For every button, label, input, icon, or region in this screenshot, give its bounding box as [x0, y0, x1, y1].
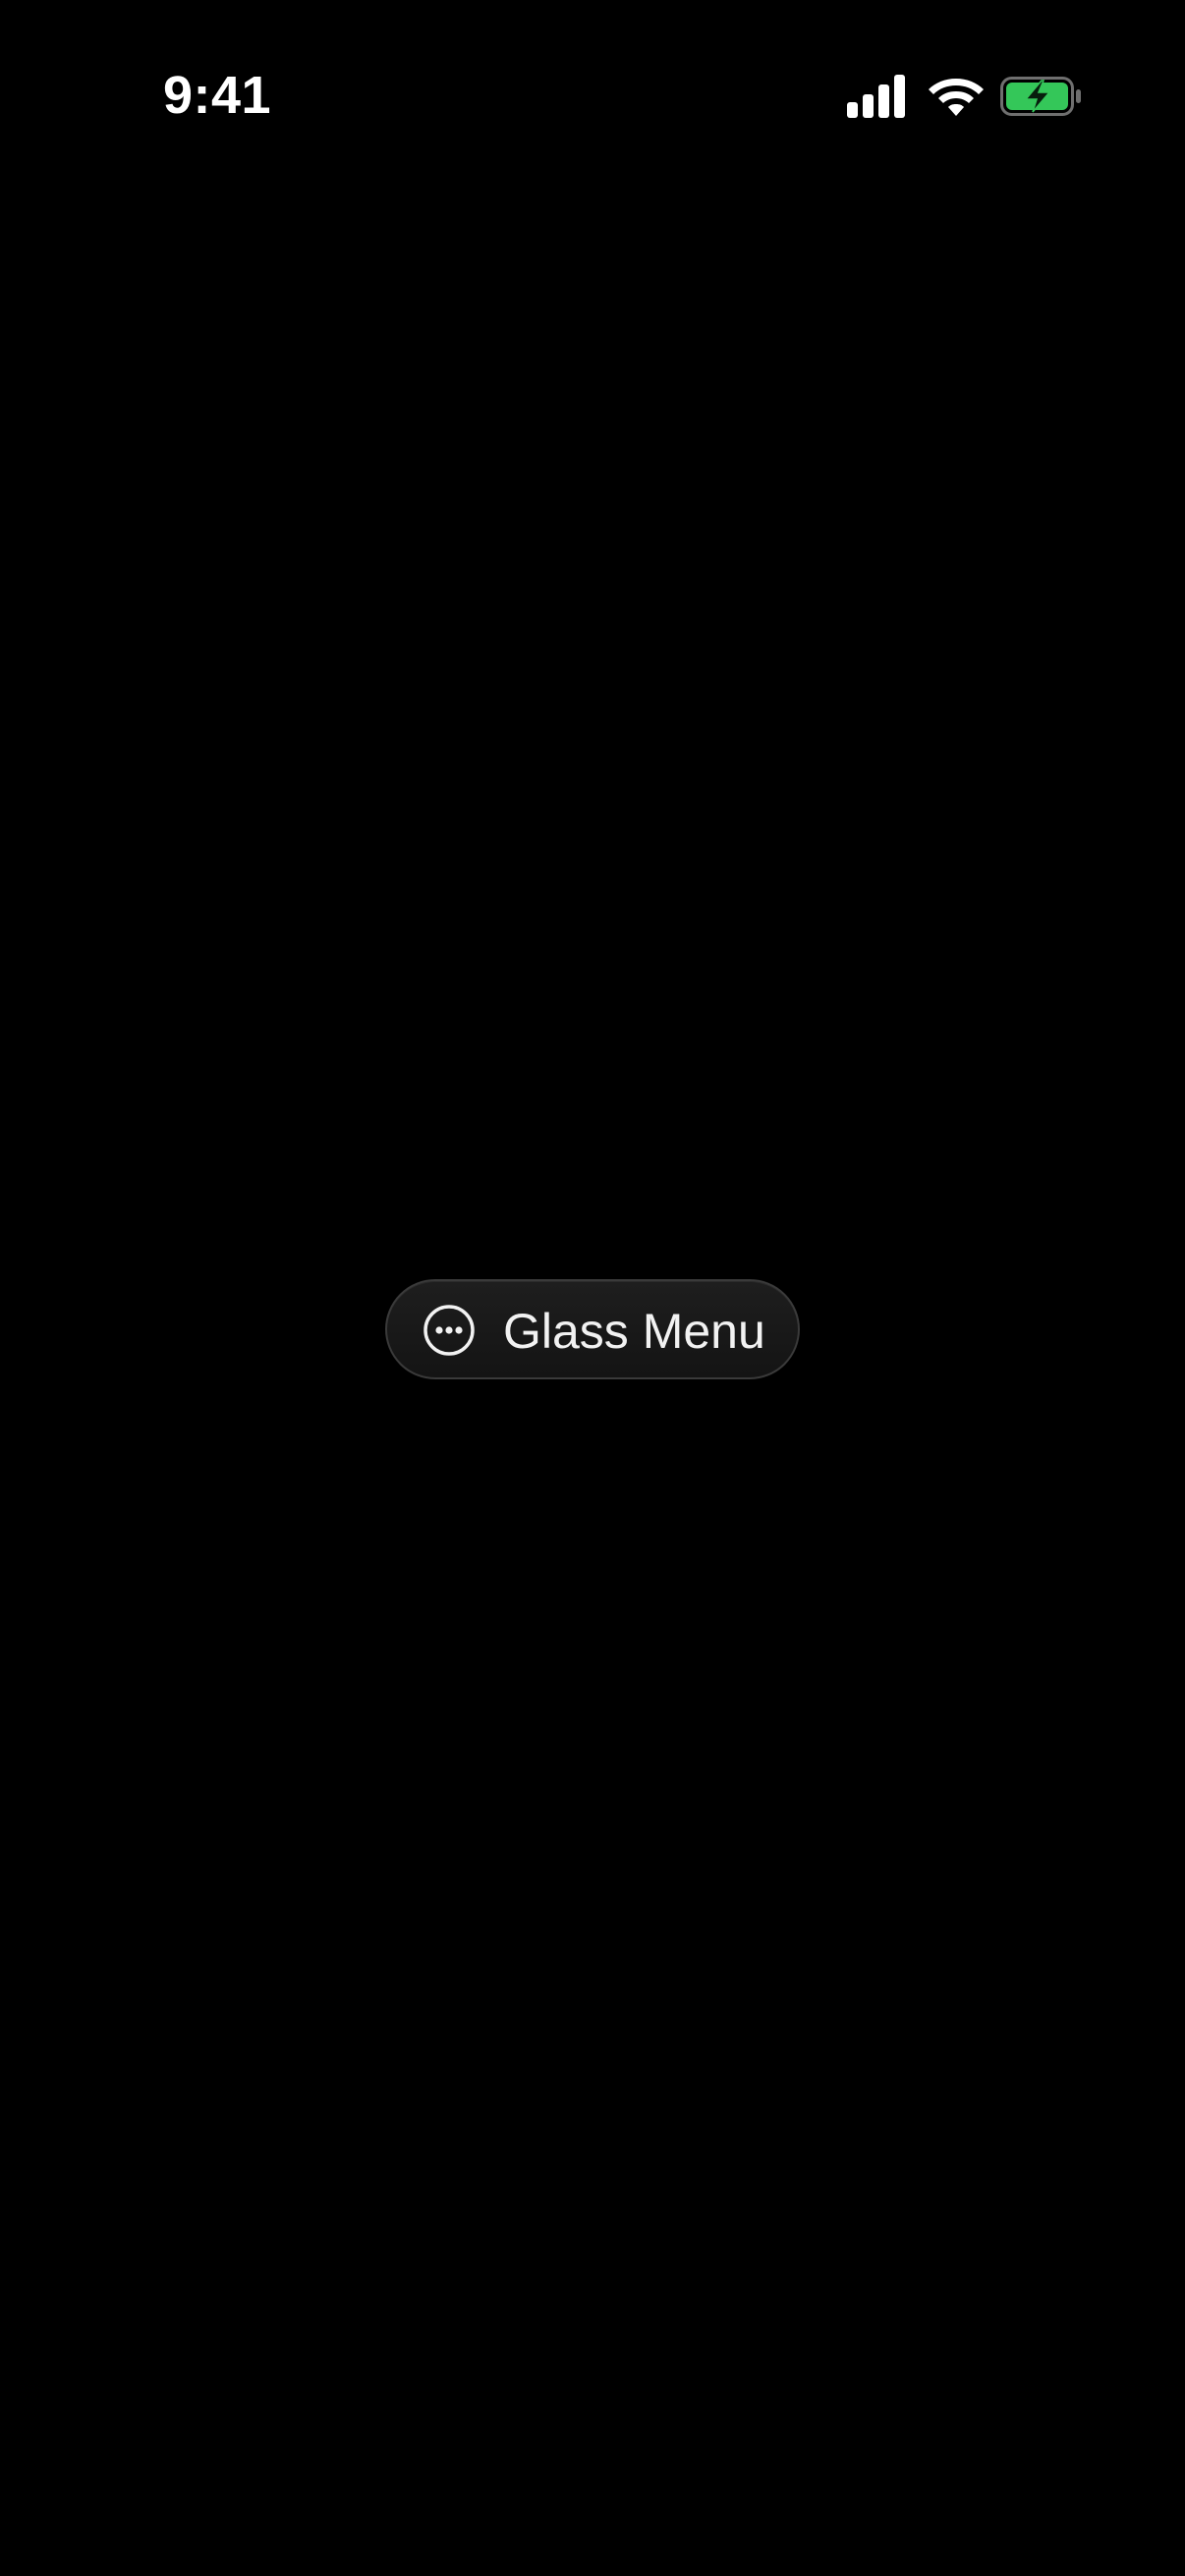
- wifi-icon: [928, 75, 985, 118]
- cellular-signal-icon: [847, 75, 906, 118]
- glass-menu-button[interactable]: Glass Menu: [385, 1279, 800, 1379]
- status-time: 9:41: [163, 66, 272, 125]
- battery-charging-icon: [1000, 75, 1083, 118]
- status-bar: 9:41: [0, 0, 1185, 187]
- ellipsis-circle-icon: [423, 1304, 476, 1357]
- glass-menu-label: Glass Menu: [503, 1304, 765, 1359]
- status-icons: [847, 75, 1083, 118]
